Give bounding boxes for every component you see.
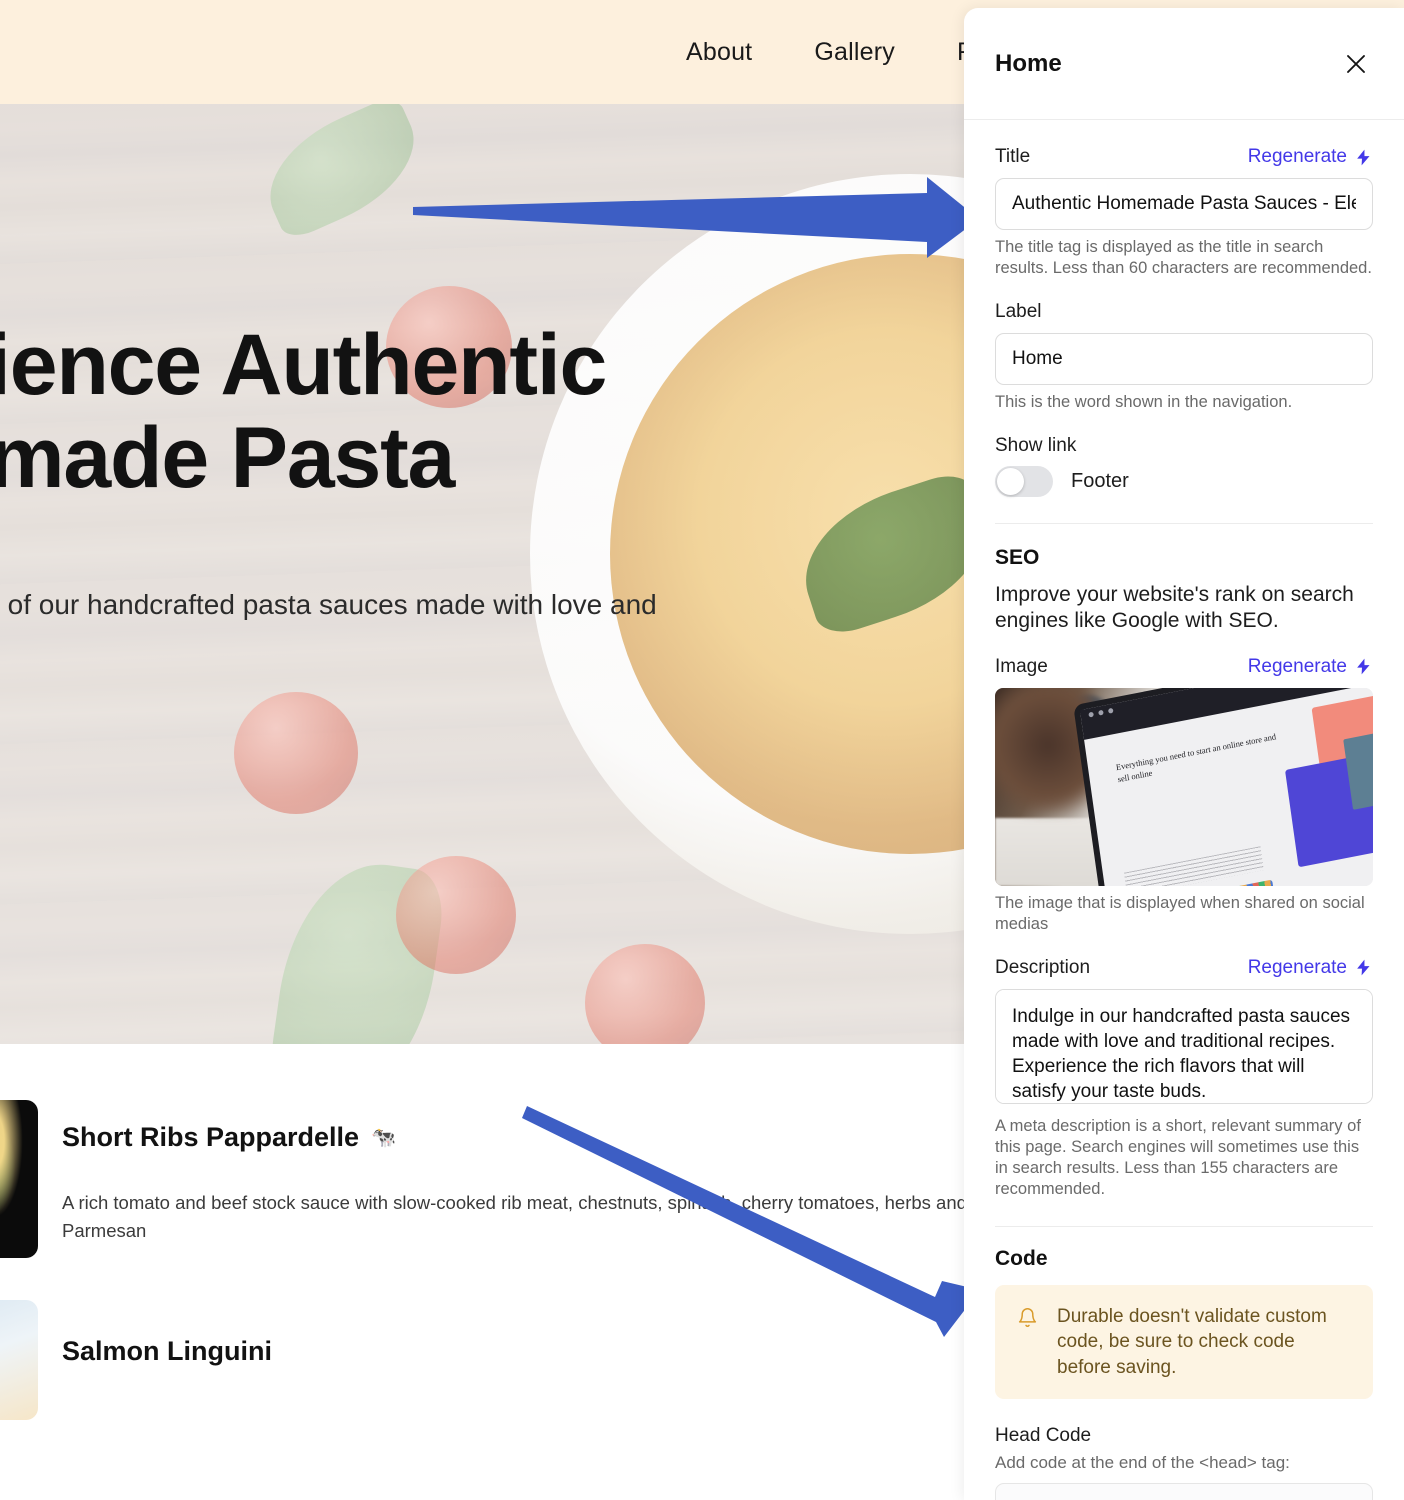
label-input[interactable] <box>995 333 1373 386</box>
menu-item-description: A rich tomato and beef stock sauce with … <box>62 1192 967 1241</box>
show-link-label: Show link <box>995 435 1077 457</box>
head-code-input[interactable] <box>995 1483 1373 1500</box>
person-decoration <box>995 687 1094 815</box>
panel-header: Home <box>964 8 1404 120</box>
label-help-text: This is the word shown in the navigation… <box>995 393 1293 412</box>
menu-item-thumbnail <box>0 1100 38 1258</box>
seo-image-label: Image <box>995 655 1048 677</box>
bell-icon <box>1017 1307 1039 1333</box>
regenerate-image-label: Regenerate <box>1247 655 1347 677</box>
hero-title: Experience Authentic Homemade Pasta <box>0 319 684 505</box>
regenerate-description-label: Regenerate <box>1247 956 1347 978</box>
regenerate-image-button[interactable]: Regenerate <box>1248 656 1373 678</box>
description-help-text: A meta description is a short, relevant … <box>995 1116 1361 1199</box>
footer-toggle[interactable] <box>995 466 1053 498</box>
hero-title-line-2: Homemade Pasta <box>0 409 455 506</box>
title-field-row: Title Regenerate <box>995 146 1373 168</box>
regenerate-description-button[interactable]: Regenerate <box>1248 957 1373 979</box>
cow-icon: 🐄 <box>371 1126 396 1149</box>
seo-image-row: Image Regenerate <box>995 656 1373 678</box>
description-field-row: Description Regenerate <box>995 957 1373 979</box>
title-help-text: The title tag is displayed as the title … <box>995 238 1372 278</box>
seo-description: Improve your website's rank on search en… <box>995 583 1354 632</box>
basil-leaf-decoration <box>250 104 434 243</box>
menu-item-thumbnail <box>0 1300 38 1420</box>
nav-item-about[interactable]: About <box>686 38 752 67</box>
show-link-row: Footer <box>995 466 1373 498</box>
title-input[interactable] <box>995 178 1373 230</box>
description-textarea[interactable] <box>995 988 1373 1104</box>
footer-toggle-knob <box>997 468 1024 496</box>
tomato-decoration <box>234 692 358 814</box>
menu-item-name: Salmon Linguini <box>62 1336 272 1366</box>
menu-list: Short Ribs Pappardelle 🐄 A rich tomato a… <box>0 1100 990 1420</box>
divider <box>995 1226 1373 1228</box>
list-item[interactable]: Salmon Linguini <box>0 1300 990 1420</box>
code-warning: Durable doesn't validate custom code, be… <box>995 1285 1373 1399</box>
title-label: Title <box>995 146 1031 167</box>
list-item[interactable]: Short Ribs Pappardelle 🐄 A rich tomato a… <box>0 1100 990 1258</box>
code-warning-text: Durable doesn't validate custom code, be… <box>1057 1306 1327 1378</box>
lightning-bolt-icon <box>1354 657 1373 676</box>
page-title: Home <box>995 49 1062 77</box>
head-code-label: Head Code <box>995 1425 1092 1446</box>
label-field-row: Label <box>995 301 1373 323</box>
lightning-bolt-icon <box>1354 958 1373 977</box>
nav-item-gallery[interactable]: Gallery <box>814 38 895 67</box>
description-label: Description <box>995 956 1091 978</box>
seo-image-help-text: The image that is displayed when shared … <box>995 893 1365 933</box>
page-settings-panel: Home Title Regenerate The title tag is d <box>964 8 1404 1500</box>
text-blurb-decoration <box>1124 846 1264 886</box>
menu-item-name: Short Ribs Pappardelle <box>62 1122 360 1152</box>
panel-body: Title Regenerate The title tag is displa… <box>964 120 1404 1500</box>
label-label: Label <box>995 301 1042 323</box>
tomato-decoration <box>585 944 705 1056</box>
head-code-help-text: Add code at the end of the <head> tag: <box>995 1453 1290 1472</box>
seo-image-headline: Everything you need to start an online s… <box>1115 731 1277 784</box>
divider <box>995 523 1373 525</box>
regenerate-title-label: Regenerate <box>1247 146 1347 167</box>
menu-item-title: Short Ribs Pappardelle 🐄 <box>62 1122 990 1153</box>
tomato-decoration <box>396 856 516 974</box>
footer-toggle-label: Footer <box>1071 470 1129 493</box>
screen: About Gallery FAQ Experience Authentic H… <box>0 0 1404 1500</box>
seo-image-preview[interactable]: Everything you need to start an online s… <box>995 687 1373 886</box>
laptop-decoration: Everything you need to start an online s… <box>1080 687 1373 886</box>
menu-item-title: Salmon Linguini <box>62 1336 272 1367</box>
hero-copy: Experience Authentic Homemade Pasta Disc… <box>0 319 684 671</box>
close-icon-glyph <box>1347 54 1365 73</box>
seo-heading: SEO <box>995 546 1040 570</box>
close-icon[interactable] <box>1339 47 1373 81</box>
regenerate-title-button[interactable]: Regenerate <box>1248 146 1373 168</box>
lightning-bolt-icon <box>1354 148 1373 167</box>
hero-subtitle: Discover the flavors of our handcrafted … <box>0 588 657 620</box>
code-heading: Code <box>995 1247 1048 1271</box>
hero-title-line-1: Experience Authentic <box>0 317 607 413</box>
